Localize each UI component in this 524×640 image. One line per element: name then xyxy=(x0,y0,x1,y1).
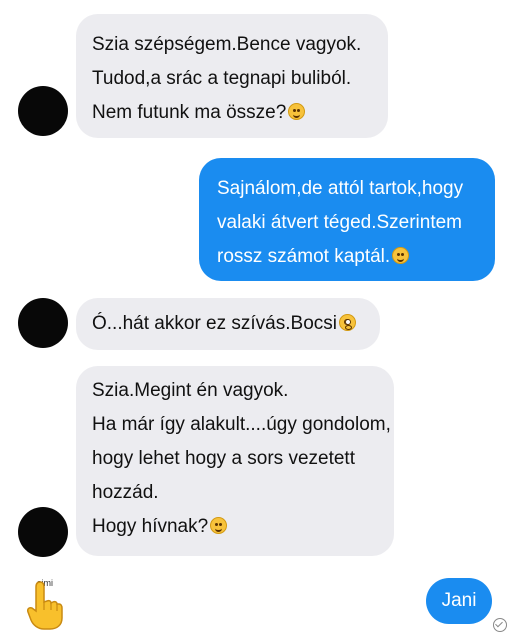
message-line: valaki átvert téged.Szerintem xyxy=(217,212,463,233)
message-line: Ó...hát akkor ez szívás.Bocsi xyxy=(92,313,337,334)
message-line-with-emoji: Hogy hívnak? xyxy=(92,510,378,544)
incoming-message[interactable]: Szia.Megint én vagyok. Ha már így alakul… xyxy=(76,366,394,556)
message-line-with-emoji: Nem futunk ma össze? xyxy=(92,96,372,130)
flushed-face-icon xyxy=(338,314,356,331)
message-line: rossz számot kaptál. xyxy=(217,246,391,267)
outgoing-message[interactable]: Sajnálom,de attól tartok,hogy valaki átv… xyxy=(199,158,495,281)
incoming-message[interactable]: Ó...hát akkor ez szívás.Bocsi xyxy=(76,298,380,350)
message-line: hozzád. xyxy=(92,482,159,503)
message-line: Nem futunk ma össze? xyxy=(92,102,287,123)
wink-face-icon xyxy=(288,103,306,120)
incoming-message[interactable]: Szia szépségem.Bence vagyok. Tudod,a srá… xyxy=(76,14,388,138)
avatar[interactable] xyxy=(18,298,68,348)
message-line: Tudod,a srác a tegnapi buliból. xyxy=(92,68,352,89)
chat-thread: Szia szépségem.Bence vagyok. Tudod,a srá… xyxy=(0,0,524,640)
smiling-face-icon xyxy=(392,247,410,264)
seen-check-icon xyxy=(493,618,507,632)
message-line: hogy lehet hogy a sors vezetett xyxy=(92,448,355,469)
avatar[interactable] xyxy=(18,507,68,557)
avatar[interactable] xyxy=(18,86,68,136)
message-line: Sajnálom,de attól tartok,hogy xyxy=(217,178,464,199)
pointing-hand-icon xyxy=(27,581,63,630)
smiling-face-icon xyxy=(210,517,228,534)
message-line: Jani xyxy=(441,590,477,611)
message-line-with-emoji: rossz számot kaptál. xyxy=(217,240,477,274)
message-line: Szia szépségem.Bence vagyok. xyxy=(92,34,362,55)
outgoing-message[interactable]: Jani xyxy=(426,578,492,624)
message-line: Szia.Megint én vagyok. xyxy=(92,380,289,401)
message-line: Hogy hívnak? xyxy=(92,516,209,537)
message-line: Ha már így alakult....úgy gondolom, xyxy=(92,414,391,435)
message-line-with-emoji: Ó...hát akkor ez szívás.Bocsi xyxy=(92,307,364,341)
